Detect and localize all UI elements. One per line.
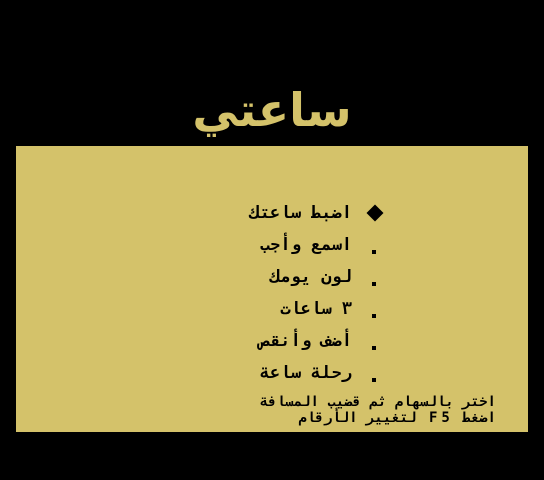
menu-item-listen-answer[interactable]: اسمع وأجب (16, 230, 528, 262)
menu-item-label: اسمع وأجب (259, 235, 352, 255)
bullet-dot-icon (372, 346, 376, 350)
menu-item-clock-trip[interactable]: رحلة ساعة (16, 358, 528, 390)
menu-panel: اضبط ساعتك اسمع وأجب لون يومك ٣ ساعات أض… (16, 146, 528, 432)
instruction-line-2: اضغط F5 لتغيير الأرقام (298, 410, 496, 426)
bullet-dot-icon (372, 378, 376, 382)
menu-item-label: لون يومك (270, 267, 352, 287)
menu-item-color-your-day[interactable]: لون يومك (16, 262, 528, 294)
bullet-dot-icon (372, 250, 376, 254)
instruction-line-1: اختر بالسهام ثم قضيب المسافة (259, 394, 496, 410)
game-title: ساعتي (192, 83, 352, 137)
menu-item-add-subtract[interactable]: أضف وأنقص (16, 326, 528, 358)
main-menu: اضبط ساعتك اسمع وأجب لون يومك ٣ ساعات أض… (16, 198, 528, 390)
instructions: اختر بالسهام ثم قضيب المسافة اضغط F5 لتغ… (56, 394, 496, 426)
selection-diamond-icon (366, 204, 384, 222)
menu-item-set-clock[interactable]: اضبط ساعتك (16, 198, 528, 230)
bullet-dot-icon (372, 282, 376, 286)
menu-item-label: اضبط ساعتك (249, 203, 352, 223)
menu-item-three-clocks[interactable]: ٣ ساعات (16, 294, 528, 326)
menu-item-label: أضف وأنقص (259, 331, 352, 351)
bullet-dot-icon (372, 314, 376, 318)
menu-item-label: ٣ ساعات (280, 299, 352, 319)
menu-item-label: رحلة ساعة (259, 363, 352, 383)
